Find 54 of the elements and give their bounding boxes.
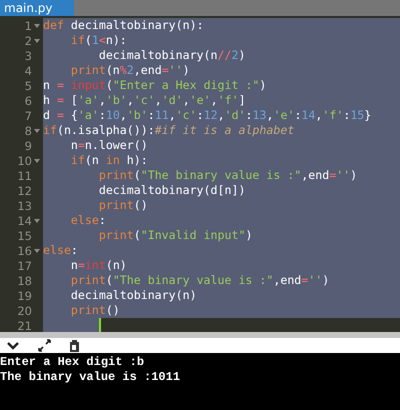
line-number: 11: [17, 168, 32, 182]
code-line: n=int(n): [70, 258, 127, 273]
line-number: 1: [24, 18, 32, 32]
fold-icon[interactable]: [34, 128, 40, 132]
chevron-down-icon[interactable]: [6, 340, 20, 350]
line-number: 3: [24, 48, 32, 62]
line-number: 14: [17, 214, 32, 228]
line-number: 8: [24, 124, 32, 138]
line-number: 12: [17, 184, 32, 198]
line-number: 15: [17, 228, 32, 242]
code-line: print("The binary value is :",end=''): [70, 273, 330, 288]
code-line: decimaltobinary(n): [70, 288, 197, 303]
code-line: print(): [98, 198, 148, 213]
line-number: 16: [17, 244, 32, 258]
console-output-line: Enter a Hex digit :b: [0, 355, 146, 370]
code-line: if(1<n):: [70, 33, 127, 48]
fold-icon[interactable]: [34, 158, 40, 162]
console-output-line: The binary value is :1011: [0, 370, 182, 385]
code-line: print(): [70, 303, 120, 318]
line-number: 20: [17, 304, 32, 318]
code-line: else:: [43, 243, 78, 258]
line-number: 13: [17, 198, 32, 212]
line-number: 4: [24, 64, 32, 78]
fold-icon[interactable]: [34, 218, 40, 222]
code-line: if(n.isalpha()):#if it is a alphabet: [43, 123, 294, 138]
code-line: n=n.lower(): [70, 138, 148, 153]
line-number: 17: [17, 258, 32, 272]
file-tab[interactable]: main.py: [0, 0, 74, 16]
line-number: 21: [17, 318, 32, 332]
code-line: print("Invalid input"): [98, 228, 252, 243]
code-line: if(n in h):: [70, 153, 148, 168]
code-line: def decimaltobinary(n):: [43, 18, 204, 33]
expand-icon[interactable]: [38, 339, 51, 352]
code-line: decimaltobinary(n//2): [98, 48, 246, 63]
code-line: else:: [70, 213, 106, 228]
text-cursor: [99, 318, 101, 333]
fold-icon[interactable]: [34, 38, 40, 42]
line-number: 6: [24, 94, 32, 108]
line-number: 7: [24, 108, 32, 122]
line-number: 19: [17, 288, 32, 302]
line-number: 18: [17, 274, 32, 288]
fold-icon[interactable]: [34, 248, 40, 252]
fold-icon[interactable]: [34, 24, 40, 28]
code-line: print("The binary value is :",end=''): [98, 168, 358, 183]
code-line: h = ['a','b','c','d','e','f']: [43, 93, 246, 108]
code-line: n = input("Enter a Hex digit :"): [43, 78, 266, 93]
code-line: decimaltobinary(d[n]): [98, 183, 246, 198]
code-line: print(n%2,end=''): [70, 63, 190, 78]
line-number: 9: [24, 138, 32, 152]
line-number: 5: [24, 78, 32, 92]
code-line: d = {'a':10,'b':11,'c':12,'d':13,'e':14,'f':15}: [43, 108, 372, 123]
line-number: 2: [24, 34, 32, 48]
line-number: 10: [17, 154, 32, 168]
clipboard-icon[interactable]: [69, 338, 81, 352]
